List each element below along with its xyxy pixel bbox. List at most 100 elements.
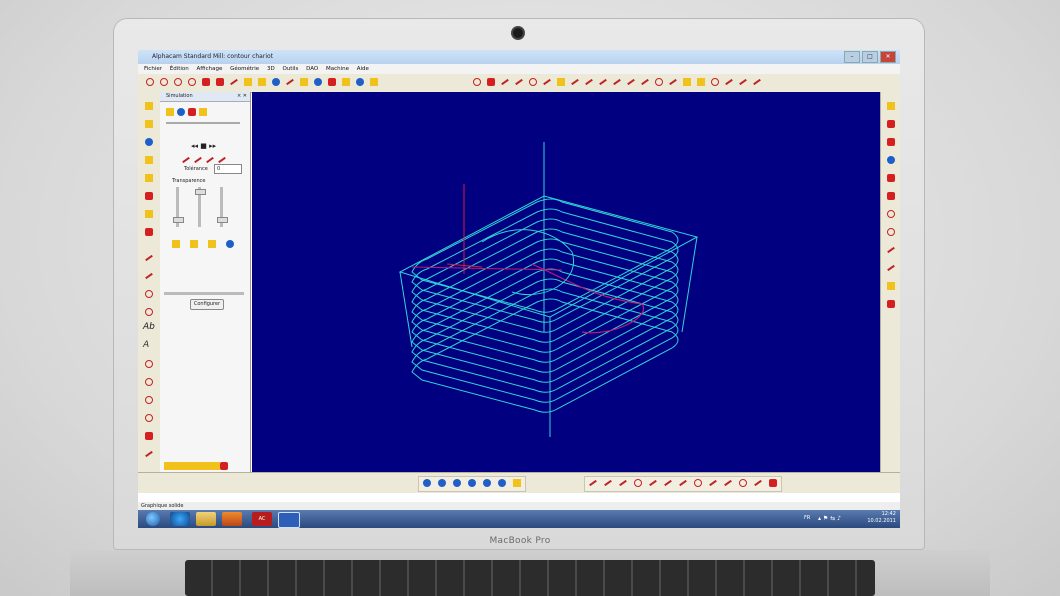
panel-tab-8-icon[interactable]: [218, 460, 228, 470]
menu-aide[interactable]: Aide: [357, 66, 369, 72]
play-icon[interactable]: [270, 76, 282, 88]
playback-controls-icon[interactable]: ◂◂ ■ ▸▸: [191, 142, 216, 150]
explorer-icon[interactable]: [196, 512, 216, 526]
text-style-icon[interactable]: A: [143, 340, 155, 352]
menu-dao[interactable]: DAO: [306, 66, 318, 72]
snap-cross-icon[interactable]: [587, 477, 599, 489]
tolerance-input[interactable]: 0: [214, 164, 242, 174]
export-icon[interactable]: [368, 76, 380, 88]
maximize-button[interactable]: □: [862, 51, 878, 63]
panel-tab-5-icon[interactable]: [194, 460, 204, 470]
panel-close-button[interactable]: × ✕: [237, 93, 247, 99]
snap-quad-icon[interactable]: [737, 477, 749, 489]
tool-change-icon[interactable]: [885, 190, 897, 202]
lead-in-icon[interactable]: [885, 262, 897, 274]
zoom-out-icon[interactable]: [186, 76, 198, 88]
tool-toggle-icon[interactable]: [188, 238, 198, 248]
zoom-icon[interactable]: [144, 76, 156, 88]
line-icon[interactable]: [499, 76, 511, 88]
view-iso-icon[interactable]: [421, 477, 433, 489]
break-icon[interactable]: [583, 76, 595, 88]
transparency-slider-3[interactable]: [217, 187, 228, 227]
group-icon[interactable]: [695, 76, 707, 88]
snap-angle-icon[interactable]: [707, 477, 719, 489]
redraw-icon[interactable]: [214, 76, 226, 88]
snap-dash-icon[interactable]: [617, 477, 629, 489]
sim-view-d-icon[interactable]: [216, 154, 224, 162]
media-player-icon[interactable]: [222, 512, 242, 526]
layer-icon[interactable]: [256, 76, 268, 88]
view-3d-icon[interactable]: [298, 76, 310, 88]
snap-circle-icon[interactable]: [632, 477, 644, 489]
spiral-icon[interactable]: [143, 412, 155, 424]
progress-slider[interactable]: [166, 122, 240, 124]
pan-icon[interactable]: [200, 76, 212, 88]
open-file-icon[interactable]: [143, 118, 155, 130]
link-icon[interactable]: [885, 244, 897, 256]
language-indicator[interactable]: FR: [804, 515, 810, 521]
circle-icon[interactable]: [143, 288, 155, 300]
axis-icon[interactable]: [312, 76, 324, 88]
snap-mid-icon[interactable]: [722, 477, 734, 489]
transparency-slider-2[interactable]: [195, 187, 206, 227]
tool-select-icon[interactable]: [143, 208, 155, 220]
panel-tab-3-icon[interactable]: [178, 460, 188, 470]
rotate-icon[interactable]: [326, 76, 338, 88]
menu-fichier[interactable]: Fichier: [144, 66, 162, 72]
transparency-slider-1[interactable]: [173, 187, 184, 227]
snap-line-icon[interactable]: [602, 477, 614, 489]
print-icon[interactable]: [143, 154, 155, 166]
ellipse-icon[interactable]: [143, 376, 155, 388]
move-icon[interactable]: [737, 76, 749, 88]
snap-center-icon[interactable]: [692, 477, 704, 489]
split-icon[interactable]: [667, 76, 679, 88]
curve-icon[interactable]: [143, 252, 155, 264]
star-icon[interactable]: [143, 394, 155, 406]
post-icon[interactable]: [885, 280, 897, 292]
view-shaded-icon[interactable]: [511, 477, 523, 489]
panel-tab-4-icon[interactable]: [186, 460, 196, 470]
drill-cycle-icon[interactable]: [885, 154, 897, 166]
sim-stop-icon[interactable]: [186, 106, 196, 116]
line-tool-icon[interactable]: [143, 270, 155, 282]
engrave-icon[interactable]: [885, 172, 897, 184]
machine-setup-icon[interactable]: [885, 100, 897, 112]
menu-edition[interactable]: Édition: [170, 66, 189, 72]
undo-icon[interactable]: [471, 76, 483, 88]
text-icon[interactable]: Ab: [143, 322, 155, 334]
extend-icon[interactable]: [569, 76, 581, 88]
zoom-window-icon[interactable]: [158, 76, 170, 88]
polyline-icon[interactable]: [513, 76, 525, 88]
menu-affichage[interactable]: Affichage: [197, 66, 223, 72]
drill-icon[interactable]: [143, 190, 155, 202]
measure-icon[interactable]: [228, 76, 240, 88]
snap-end-icon[interactable]: [752, 477, 764, 489]
sketch-icon[interactable]: [143, 448, 155, 460]
output-nc-icon[interactable]: [885, 298, 897, 310]
tangent-icon[interactable]: [653, 76, 665, 88]
pocket-icon[interactable]: [885, 136, 897, 148]
menu-geometrie[interactable]: Géométrie: [230, 66, 259, 72]
view-front-icon[interactable]: [436, 477, 448, 489]
path-icon[interactable]: [284, 76, 296, 88]
solid-icon[interactable]: [354, 76, 366, 88]
simulation-icon[interactable]: [885, 208, 897, 220]
offset-icon[interactable]: [597, 76, 609, 88]
tray-icons[interactable]: ▴ ⚑ ⇆ ♪: [818, 515, 841, 522]
view-left-icon[interactable]: [496, 477, 508, 489]
sim-play-icon[interactable]: [175, 106, 185, 116]
corner-icon[interactable]: [639, 76, 651, 88]
hand-icon[interactable]: [340, 76, 352, 88]
3d-viewport[interactable]: [252, 92, 880, 472]
delete-icon[interactable]: [485, 76, 497, 88]
close-button[interactable]: ✕: [880, 51, 896, 63]
menu-machine[interactable]: Machine: [326, 66, 349, 72]
polygon-icon[interactable]: [143, 358, 155, 370]
sim-view-c-icon[interactable]: [204, 154, 212, 162]
panel-tab-1-icon[interactable]: [162, 460, 172, 470]
menu-outils[interactable]: Outils: [282, 66, 298, 72]
zoom-in-icon[interactable]: [172, 76, 184, 88]
save-icon[interactable]: [143, 136, 155, 148]
clock[interactable]: 12:42 10.02.2011: [867, 511, 896, 525]
menu-3d[interactable]: 3D: [267, 66, 275, 72]
